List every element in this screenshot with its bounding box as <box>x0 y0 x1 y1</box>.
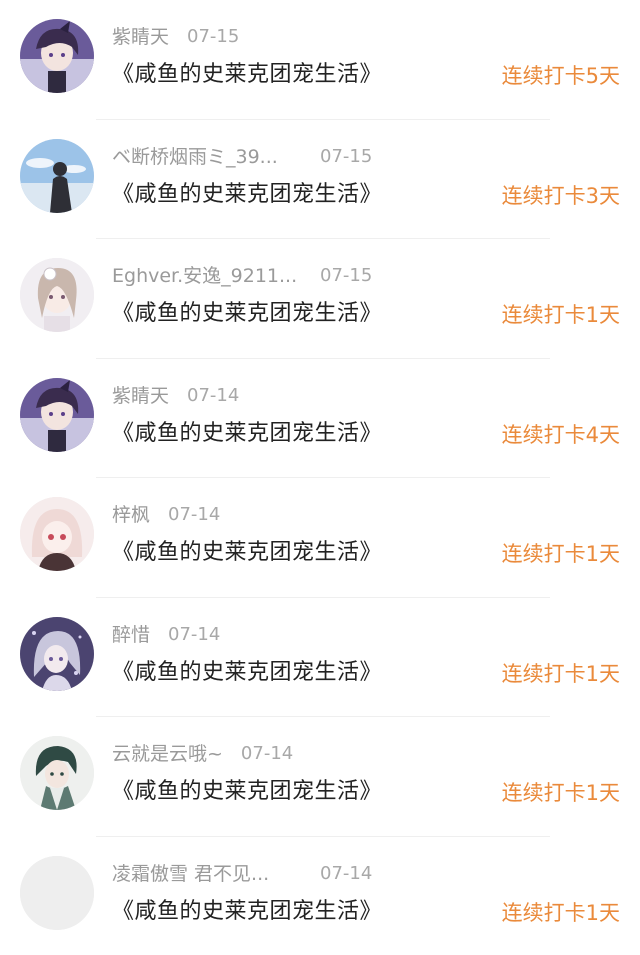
list-item[interactable]: ベ断桥烟雨ミ_39... 07-15 《咸鱼的史莱克团宠生活》 连续打卡3天 <box>0 120 640 239</box>
list-item[interactable]: 紫睛天 07-14 《咸鱼的史莱克团宠生活》 连续打卡4天 <box>0 359 640 478</box>
streak-label: 连续打卡1天 <box>501 661 620 686</box>
item-meta: 凌霜傲雪 君不见... 07-14 <box>112 859 392 889</box>
book-title[interactable]: 《咸鱼的史莱克团宠生活》 <box>112 775 382 809</box>
user-name[interactable]: ベ断桥烟雨ミ_39... <box>112 142 302 172</box>
streak-label: 连续打卡5天 <box>501 64 620 88</box>
user-name[interactable]: Eghver.安逸_9211... <box>112 261 302 291</box>
checkin-date: 07-15 <box>320 265 373 286</box>
streak-label: 连续打卡1天 <box>501 303 620 327</box>
streak-label: 连续打卡1天 <box>501 781 620 805</box>
default-gray-avatar <box>20 855 94 930</box>
anime-girl-purple-avatar <box>20 377 94 452</box>
user-name[interactable]: 凌霜傲雪 君不见... <box>112 859 302 889</box>
user-avatar[interactable] <box>20 855 94 930</box>
list-item[interactable]: 梓枫 07-14 《咸鱼的史莱克团宠生活》 连续打卡1天 <box>0 478 640 598</box>
book-title[interactable]: 《咸鱼的史莱克团宠生活》 <box>112 417 382 451</box>
book-title[interactable]: 《咸鱼的史莱克团宠生活》 <box>112 58 382 92</box>
checkin-date: 07-14 <box>168 623 221 645</box>
item-meta: ベ断桥烟雨ミ_39... 07-15 <box>112 142 392 172</box>
item-meta: 醉惜 07-14 <box>112 620 392 650</box>
user-name[interactable]: 紫睛天 <box>112 22 169 52</box>
checkin-date: 07-14 <box>240 743 294 764</box>
checkin-list: 紫睛天 07-15 《咸鱼的史莱克团宠生活》 连续打卡5天 ベ断桥烟雨ミ_39..… <box>0 0 640 955</box>
silhouette-sky-avatar <box>20 138 94 213</box>
user-name[interactable]: 云就是云哦~ <box>112 739 223 769</box>
checkin-date: 07-15 <box>320 145 373 167</box>
list-item[interactable]: 醉惜 07-14 《咸鱼的史莱克团宠生活》 连续打卡1天 <box>0 598 640 717</box>
item-meta: 紫睛天 07-14 <box>112 381 392 411</box>
book-title[interactable]: 《咸鱼的史莱克团宠生活》 <box>112 536 382 570</box>
streak-label: 连续打卡4天 <box>501 422 620 447</box>
checkin-date: 07-14 <box>187 384 240 406</box>
anime-girl-pink-avatar <box>20 497 94 571</box>
user-avatar[interactable] <box>20 138 94 213</box>
streak-label: 连续打卡1天 <box>501 542 620 566</box>
streak-label: 连续打卡3天 <box>501 183 620 208</box>
book-title[interactable]: 《咸鱼的史莱克团宠生活》 <box>112 297 382 331</box>
checkin-date: 07-14 <box>168 504 221 525</box>
user-avatar[interactable] <box>20 616 94 691</box>
list-item[interactable]: 云就是云哦~ 07-14 《咸鱼的史莱克团宠生活》 连续打卡1天 <box>0 717 640 837</box>
list-item[interactable]: 凌霜傲雪 君不见... 07-14 《咸鱼的史莱克团宠生活》 连续打卡1天 <box>0 837 640 955</box>
checkin-date: 07-14 <box>320 862 373 884</box>
user-name[interactable]: 梓枫 <box>112 500 150 530</box>
user-name[interactable]: 醉惜 <box>112 620 150 650</box>
user-avatar[interactable] <box>20 258 94 332</box>
item-meta: 云就是云哦~ 07-14 <box>112 739 392 769</box>
user-name[interactable]: 紫睛天 <box>112 381 169 411</box>
anime-boy-green-avatar <box>20 736 94 810</box>
item-meta: Eghver.安逸_9211... 07-15 <box>112 261 392 291</box>
list-item[interactable]: Eghver.安逸_9211... 07-15 《咸鱼的史莱克团宠生活》 连续打卡… <box>0 239 640 359</box>
item-meta: 梓枫 07-14 <box>112 500 392 530</box>
book-title[interactable]: 《咸鱼的史莱克团宠生活》 <box>112 178 382 212</box>
user-avatar[interactable] <box>20 497 94 571</box>
book-title[interactable]: 《咸鱼的史莱克团宠生活》 <box>112 656 382 690</box>
anime-girl-lace-avatar <box>20 258 94 332</box>
streak-label: 连续打卡1天 <box>501 900 620 925</box>
user-avatar[interactable] <box>20 736 94 810</box>
anime-girl-silver-avatar <box>20 616 94 691</box>
user-avatar[interactable] <box>20 377 94 452</box>
anime-girl-purple-avatar <box>20 19 94 93</box>
checkin-date: 07-15 <box>187 26 240 47</box>
user-avatar[interactable] <box>20 19 94 93</box>
item-meta: 紫睛天 07-15 <box>112 22 392 52</box>
book-title[interactable]: 《咸鱼的史莱克团宠生活》 <box>112 895 382 929</box>
list-item[interactable]: 紫睛天 07-15 《咸鱼的史莱克团宠生活》 连续打卡5天 <box>0 0 640 120</box>
